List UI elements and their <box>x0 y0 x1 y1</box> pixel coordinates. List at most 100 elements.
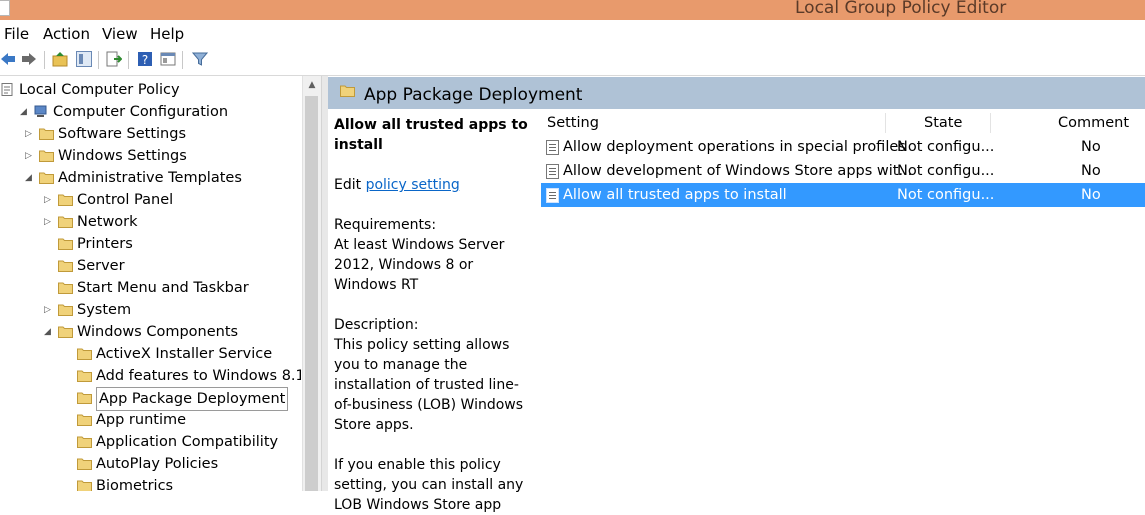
collapsed-arrow-icon[interactable]: ▷ <box>25 145 32 167</box>
back-arrow-icon[interactable] <box>0 51 16 67</box>
tree-item[interactable]: Server <box>0 255 300 277</box>
state-cell: Not configu... <box>897 139 995 155</box>
menu-help[interactable]: Help <box>150 25 184 43</box>
window-title: Local Group Policy Editor <box>795 0 1007 18</box>
tree-item[interactable]: Printers <box>0 233 300 255</box>
tree-item[interactable]: ▷ Software Settings <box>0 123 300 145</box>
menu-view[interactable]: View <box>102 25 138 43</box>
tree-item-label: App Package Deployment <box>96 387 289 411</box>
folder-icon <box>77 370 92 382</box>
column-separator[interactable] <box>885 113 886 133</box>
tree-item-label: Server <box>77 258 125 274</box>
tree-item-label: Software Settings <box>58 126 187 142</box>
tree-item[interactable]: ActiveX Installer Service <box>0 343 300 365</box>
tree-item-label: Network <box>77 214 138 230</box>
tree-item[interactable]: ▷ System <box>0 299 300 321</box>
folder-icon <box>58 260 73 272</box>
properties-icon[interactable] <box>160 51 176 67</box>
folder-icon <box>39 172 54 184</box>
forward-arrow-icon[interactable] <box>21 51 37 67</box>
svg-text:?: ? <box>142 53 148 67</box>
menu-action[interactable]: Action <box>43 25 90 43</box>
table-row[interactable]: Allow development of Windows Store apps … <box>541 159 1145 183</box>
table-row[interactable]: Allow deployment operations in special p… <box>541 135 1145 159</box>
folder-icon <box>340 85 355 97</box>
tree-item[interactable]: ◢ Computer Configuration <box>0 101 300 123</box>
folder-icon <box>39 128 54 140</box>
policy-icon <box>1 83 13 96</box>
up-folder-icon[interactable] <box>52 51 68 67</box>
table-row[interactable]: Allow all trusted apps to install Not con… <box>541 183 1145 207</box>
folder-icon <box>77 392 92 404</box>
pane-splitter[interactable] <box>321 76 328 491</box>
collapsed-arrow-icon[interactable]: ▷ <box>25 123 32 145</box>
filter-icon[interactable] <box>192 51 208 67</box>
column-header-state[interactable]: State <box>924 111 962 135</box>
toolbar: ? <box>0 48 1145 72</box>
comment-cell: No <box>1081 163 1101 179</box>
tree-item[interactable]: Start Menu and Taskbar <box>0 277 300 299</box>
edit-policy-setting-link[interactable]: policy setting <box>366 177 460 193</box>
folder-icon <box>58 304 73 316</box>
tree-item-label: Windows Components <box>77 324 239 340</box>
policy-setting-icon <box>546 188 559 203</box>
tree-item-label: Control Panel <box>77 192 174 208</box>
computer-icon <box>34 105 47 117</box>
tree-item-label: App runtime <box>96 412 187 428</box>
menu-file[interactable]: File <box>4 25 29 43</box>
state-cell: Not configu... <box>897 163 995 179</box>
column-header-setting[interactable]: Setting <box>547 111 599 135</box>
menu-bar: File Action View Help <box>0 23 1145 45</box>
toolbar-divider <box>0 75 1145 76</box>
scrollbar-thumb[interactable] <box>305 96 318 491</box>
tree-item-label: Start Menu and Taskbar <box>77 280 249 296</box>
expanded-arrow-icon[interactable]: ◢ <box>20 101 27 123</box>
edit-policy-line: Edit policy setting <box>334 175 534 195</box>
help-icon[interactable]: ? <box>137 51 153 67</box>
tree-item[interactable]: Add features to Windows 8.1 <box>0 365 301 387</box>
tree-item[interactable]: Biometrics <box>0 475 300 491</box>
tree-item[interactable]: ▷ Control Panel <box>0 189 300 211</box>
app-icon <box>0 0 10 16</box>
folder-icon <box>58 194 73 206</box>
tree-item[interactable]: App Package Deployment <box>0 387 300 411</box>
tree-scrollbar[interactable]: ▲ <box>302 76 321 491</box>
toolbar-separator <box>128 51 129 69</box>
tree-item[interactable]: Local Computer Policy <box>0 79 300 101</box>
collapsed-arrow-icon[interactable]: ▷ <box>44 189 51 211</box>
tree-item-label: Application Compatibility <box>96 434 279 450</box>
tree-item-label: ActiveX Installer Service <box>96 346 273 362</box>
column-header-comment[interactable]: Comment <box>1058 111 1129 135</box>
show-hide-tree-icon[interactable] <box>76 51 92 67</box>
description-pane: Allow all trusted apps to install Edit p… <box>334 115 534 515</box>
tree-item[interactable]: ▷ Network <box>0 211 300 233</box>
collapsed-arrow-icon[interactable]: ▷ <box>44 299 51 321</box>
folder-icon <box>77 348 92 360</box>
expanded-arrow-icon[interactable]: ◢ <box>25 167 32 189</box>
description-extra-text: If you enable this policy setting, you c… <box>334 457 524 513</box>
column-separator[interactable] <box>990 113 991 133</box>
tree-item[interactable]: ◢ Windows Components <box>0 321 300 343</box>
tree-item-label: Printers <box>77 236 133 252</box>
folder-icon <box>58 282 73 294</box>
edit-prefix: Edit <box>334 177 366 193</box>
requirements-label: Requirements: <box>334 217 437 233</box>
tree-item[interactable]: ◢ Administrative Templates <box>0 167 300 189</box>
tree-item[interactable]: ▷ Windows Settings <box>0 145 300 167</box>
tree-item[interactable]: AutoPlay Policies <box>0 453 300 475</box>
details-header-title: App Package Deployment <box>364 85 583 105</box>
requirements-text: At least Windows Server 2012, Windows 8 … <box>334 237 505 293</box>
folder-icon <box>58 238 73 250</box>
collapsed-arrow-icon[interactable]: ▷ <box>44 211 51 233</box>
export-list-icon[interactable] <box>106 51 122 67</box>
description-text: This policy setting allows you to manage… <box>334 337 524 433</box>
expanded-arrow-icon[interactable]: ◢ <box>44 321 51 343</box>
folder-icon <box>77 480 92 491</box>
scroll-up-arrow-icon[interactable]: ▲ <box>303 76 321 94</box>
tree-item[interactable]: App runtime <box>0 409 300 431</box>
policy-setting-icon <box>546 164 559 179</box>
toolbar-separator <box>182 51 183 69</box>
title-bar: Local Group Policy Editor <box>0 0 1145 20</box>
folder-icon <box>39 150 54 162</box>
tree-item[interactable]: Application Compatibility <box>0 431 300 453</box>
